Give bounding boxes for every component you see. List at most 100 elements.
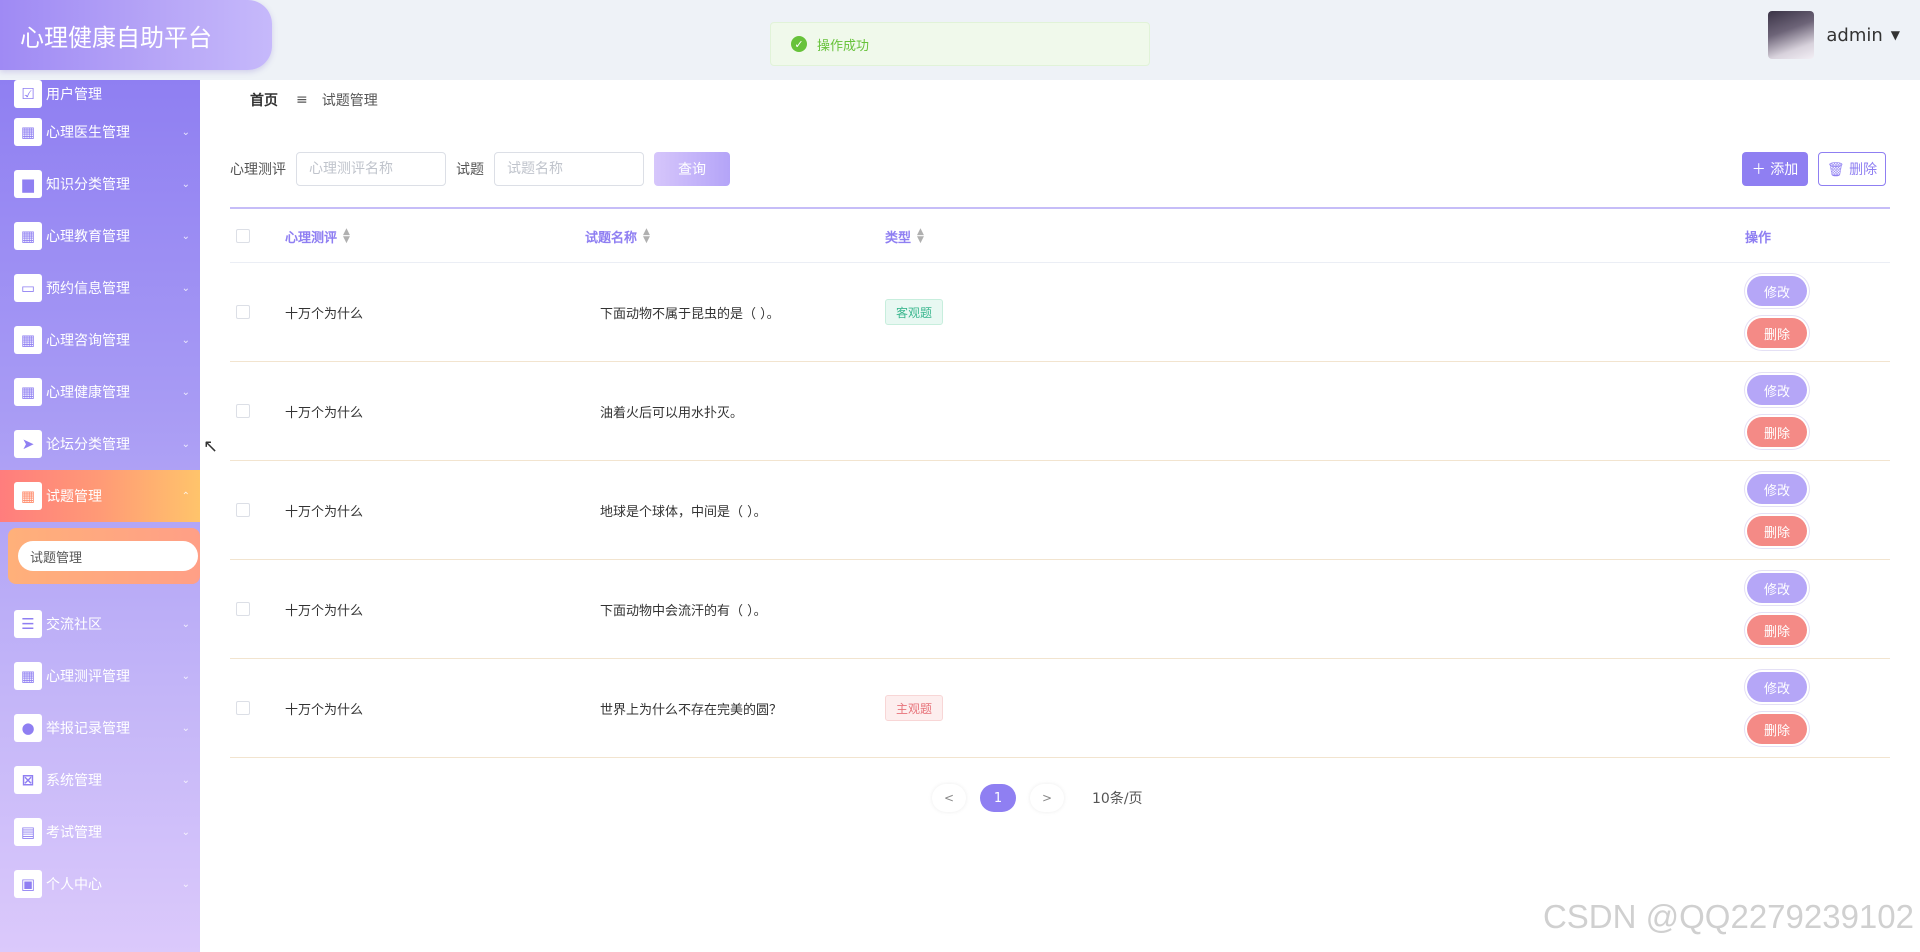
chevron-down-icon: ⌄ [181, 126, 190, 138]
breadcrumb-home[interactable]: 首页 [250, 90, 278, 110]
sidebar-item-assessment[interactable]: ▦ 心理测评管理 ⌄ [0, 650, 200, 702]
grid-icon: ▦ [14, 378, 42, 406]
grid-icon: ▦ [14, 482, 42, 510]
cell-assessment: 十万个为什么 [285, 504, 364, 520]
row-checkbox[interactable] [236, 701, 250, 715]
sidebar-item-doctors[interactable]: ▦ 心理医生管理 ⌄ [0, 106, 200, 158]
sidebar-item-label: 论坛分类管理 [46, 437, 130, 453]
assessment-filter-input[interactable] [296, 152, 446, 186]
sidebar-item-label: 举报记录管理 [46, 721, 130, 737]
cell-question: 下面动物中会流汗的有（ ）。 [600, 603, 767, 619]
page-number-current[interactable]: 1 [980, 784, 1016, 812]
submenu-item-questions[interactable]: 试题管理 [18, 541, 198, 571]
sidebar-item-education[interactable]: ▦ 心理教育管理 ⌄ [0, 210, 200, 262]
sort-icon[interactable]: ▲ ▼ [643, 228, 650, 245]
row-checkbox[interactable] [236, 503, 250, 517]
sidebar-item-label: 预约信息管理 [46, 281, 130, 297]
edit-button[interactable]: 修改 [1747, 474, 1807, 504]
sidebar-item-label: 知识分类管理 [46, 177, 130, 193]
search-form: 心理测评 试题 查询 [230, 152, 730, 186]
column-header-label: 心理测评 [285, 230, 338, 246]
check-circle-icon: ✓ [791, 36, 807, 52]
chevron-down-icon: ⌄ [181, 178, 190, 190]
batch-delete-label: 删除 [1849, 162, 1878, 178]
edit-button[interactable]: 修改 [1747, 573, 1807, 603]
app-title: 心理健康自助平台 [0, 0, 272, 70]
list-icon: ☰ [14, 610, 42, 638]
cell-question: 下面动物不属于昆虫的是（ ）。 [600, 306, 780, 322]
top-header: 心理健康自助平台 ✓ 操作成功 admin ▼ [0, 0, 1920, 80]
user-icon: ● [14, 714, 42, 742]
chevron-down-icon: ⌄ [181, 722, 190, 734]
sidebar-item-label: 试题管理 [46, 489, 102, 505]
sidebar-item-appointments[interactable]: ▭ 预约信息管理 ⌄ [0, 262, 200, 314]
delete-button[interactable]: 删除 [1747, 615, 1807, 645]
sidebar-item-knowledge-category[interactable]: ▆ 知识分类管理 ⌄ [0, 158, 200, 210]
success-toast: ✓ 操作成功 [770, 22, 1150, 66]
question-filter-label: 试题 [456, 162, 484, 178]
plus-icon: ＋ [1751, 162, 1766, 178]
table-row: 十万个为什么 油着火后可以用水扑灭。 修改 删除 [230, 362, 1890, 461]
delete-button[interactable]: 删除 [1747, 417, 1807, 447]
delete-button[interactable]: 删除 [1747, 714, 1807, 744]
pagination: < 1 > 10条/页 [932, 782, 1143, 814]
sidebar-item-label: 个人中心 [46, 877, 102, 893]
check-square-icon: ☑ [14, 80, 42, 108]
column-header-label: 试题名称 [585, 230, 638, 246]
edit-button[interactable]: 修改 [1747, 672, 1807, 702]
sidebar-item-forum-category[interactable]: ➤ 论坛分类管理 ⌄ [0, 418, 200, 470]
breadcrumb-current: 试题管理 [321, 93, 378, 109]
type-tag: 主观题 [885, 695, 944, 721]
submenu: 试题管理 [8, 528, 200, 584]
chevron-up-icon: ⌃ [181, 490, 190, 502]
sidebar-item-questions[interactable]: ▦ 试题管理 ⌃ [0, 470, 200, 522]
grid-icon: ▦ [14, 118, 42, 146]
next-page-button[interactable]: > [1030, 784, 1064, 812]
sort-icon[interactable]: ▲ ▼ [343, 228, 350, 245]
sidebar-item-health[interactable]: ▦ 心理健康管理 ⌄ [0, 366, 200, 418]
chevron-down-icon: ⌄ [181, 878, 190, 890]
question-filter-input[interactable] [494, 152, 644, 186]
column-header-label: 类型 [885, 230, 912, 246]
add-button-label: 添加 [1770, 162, 1799, 178]
edit-button[interactable]: 修改 [1747, 276, 1807, 306]
questions-table: 心理测评 ▲ ▼ 试题名称 ▲ ▼ 类型 ▲ ▼ 操作 十万个为什么 下面动物不属于昆虫的是… [230, 207, 1890, 758]
user-menu[interactable]: admin ▼ [1768, 10, 1900, 60]
delete-button[interactable]: 删除 [1747, 516, 1807, 546]
add-button[interactable]: ＋ 添加 [1742, 152, 1808, 186]
avatar[interactable] [1768, 11, 1815, 59]
query-button[interactable]: 查询 [654, 152, 730, 186]
sidebar-item-reports[interactable]: ● 举报记录管理 ⌄ [0, 702, 200, 754]
watermark: CSDN @QQ2279239102 [1542, 898, 1914, 935]
column-header-assessment[interactable]: 心理测评 ▲ ▼ [285, 209, 350, 263]
edit-button[interactable]: 修改 [1747, 375, 1807, 405]
sidebar-item-label: 考试管理 [46, 825, 102, 841]
row-checkbox[interactable] [236, 305, 250, 319]
caret-down-icon[interactable]: ▼ [1891, 28, 1900, 42]
row-checkbox[interactable] [236, 602, 250, 616]
sidebar-item-exams[interactable]: ▤ 考试管理 ⌄ [0, 806, 200, 858]
row-checkbox[interactable] [236, 404, 250, 418]
row-actions: 修改 删除 [1747, 560, 1807, 658]
sidebar-item-label: 心理测评管理 [46, 669, 130, 685]
sidebar-item-system[interactable]: ⊠ 系统管理 ⌄ [0, 754, 200, 806]
prev-page-button[interactable]: < [932, 784, 966, 812]
column-header-type[interactable]: 类型 ▲ ▼ [885, 209, 924, 263]
sidebar-item-profile[interactable]: ▣ 个人中心 ⌄ [0, 858, 200, 910]
mouse-cursor-icon: ↖ [203, 436, 219, 457]
toast-message: 操作成功 [817, 38, 870, 54]
page-size-select[interactable]: 10条/页 [1092, 788, 1143, 808]
select-all-checkbox[interactable] [236, 229, 250, 243]
cell-assessment: 十万个为什么 [285, 702, 364, 718]
sidebar-item-consultation[interactable]: ▦ 心理咨询管理 ⌄ [0, 314, 200, 366]
breadcrumb: 首页 ≡ 试题管理 [230, 80, 1890, 120]
delete-button[interactable]: 删除 [1747, 318, 1807, 348]
row-actions: 修改 删除 [1747, 362, 1807, 460]
username[interactable]: admin [1826, 25, 1882, 46]
batch-delete-button[interactable]: 🗑 删除 [1818, 152, 1886, 186]
sidebar-item-community[interactable]: ☰ 交流社区 ⌄ [0, 598, 200, 650]
type-tag: 客观题 [885, 299, 944, 325]
cell-question: 世界上为什么不存在完美的圆？ [600, 702, 783, 718]
sort-icon[interactable]: ▲ ▼ [917, 228, 924, 245]
column-header-question[interactable]: 试题名称 ▲ ▼ [585, 209, 650, 263]
